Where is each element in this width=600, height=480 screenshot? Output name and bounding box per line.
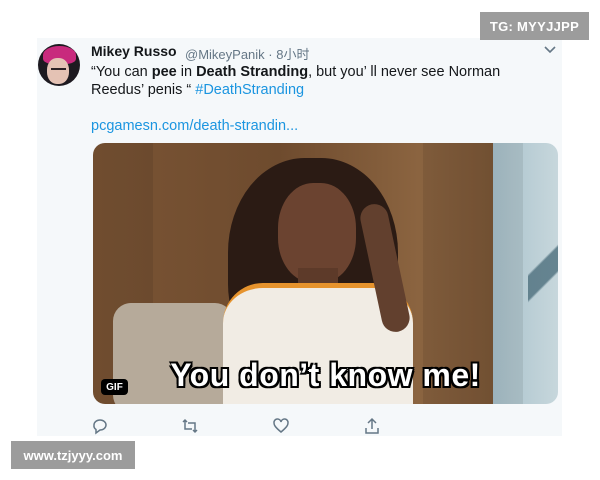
watermark-top-right: TG: MYYJJPP <box>480 12 589 40</box>
article-link[interactable]: pcgamesn.com/death-strandin... <box>91 118 298 134</box>
retweet-icon[interactable] <box>181 417 199 435</box>
watermark-bottom-left: www.tzjyyy.com <box>11 441 135 469</box>
tweet-text-bold: pee <box>151 64 177 80</box>
gif-media[interactable]: You don’t know me! GIF <box>93 143 558 404</box>
tweet-text: “You can pee in Death Stranding, but you… <box>91 63 536 99</box>
gif-caption: You don’t know me! <box>170 357 481 393</box>
tweet-text-part: in <box>176 64 197 80</box>
heart-icon[interactable] <box>272 417 290 435</box>
tweet-actions <box>91 417 391 435</box>
author-name[interactable]: Mikey Russo <box>91 43 177 59</box>
hashtag-link[interactable]: #DeathStranding <box>195 82 304 98</box>
tweet-text-bold: Death Stranding <box>196 64 309 80</box>
tweet-text-part: “You can <box>91 64 152 80</box>
author-handle-time[interactable]: @MikeyPanik · 8小时 <box>185 44 309 63</box>
gif-badge: GIF <box>101 379 128 395</box>
share-icon[interactable] <box>363 417 381 435</box>
avatar[interactable] <box>38 44 80 86</box>
reply-icon[interactable] <box>91 417 109 435</box>
chevron-down-icon[interactable] <box>544 43 556 58</box>
